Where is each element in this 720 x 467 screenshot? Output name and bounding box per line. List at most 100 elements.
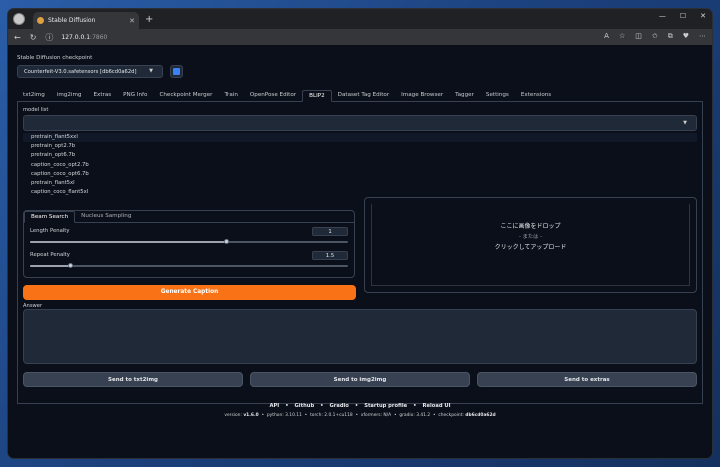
tab-nucleus-sampling[interactable]: Nucleus Sampling (75, 211, 137, 222)
drop-zone[interactable]: ここに画像をドロップ - または - クリックしてアップロード (371, 204, 690, 286)
footer-link-reload-ui[interactable]: Reload UI (422, 403, 450, 409)
browser-window: Stable Diffusion ✕ + — ☐ ✕ ← ↻ ⓘ 127.0.0… (8, 9, 712, 458)
toolbar-icons: A ☆ ◫ ✩ ⧉ ♥ ⋯ (604, 32, 706, 41)
reload-icon[interactable]: ↻ (30, 33, 37, 42)
model-option[interactable]: pretrain_opt6.7b (23, 151, 697, 160)
slider-handle[interactable] (224, 239, 230, 244)
favicon-icon (37, 17, 44, 24)
address-bar: ← ↻ ⓘ 127.0.0.1:7860 A ☆ ◫ ✩ ⧉ ♥ ⋯ (8, 29, 712, 45)
tab-extras[interactable]: Extras (87, 90, 117, 101)
browser-tab[interactable]: Stable Diffusion ✕ (33, 12, 139, 29)
image-upload-box[interactable]: ここに画像をドロップ - または - クリックしてアップロード (364, 197, 697, 293)
tab-checkpoint-merger[interactable]: Checkpoint Merger (153, 90, 218, 101)
slider-fill (30, 265, 72, 267)
title-bar: Stable Diffusion ✕ + — ☐ ✕ (8, 9, 712, 29)
url-port: :7860 (90, 33, 108, 41)
length-penalty-label: Length Penalty (30, 228, 70, 234)
checkpoint-hash: db6cd0a62d (465, 413, 496, 418)
favorite-star-icon[interactable]: ☆ (619, 32, 625, 41)
slider-fill (30, 241, 228, 243)
sampling-tabs: Beam Search Nucleus Sampling (24, 211, 354, 223)
torch-version: torch: 2.0.1+cu118 (310, 413, 353, 418)
tab-extensions[interactable]: Extensions (515, 90, 557, 101)
tab-blip2[interactable]: BLIP2 (302, 90, 332, 102)
tab-dataset-tag-editor[interactable]: Dataset Tag Editor (332, 90, 396, 101)
split-screen-icon[interactable]: ◫ (635, 32, 642, 41)
tab-png-info[interactable]: PNG Info (117, 90, 153, 101)
python-version: python: 3.10.11 (266, 413, 302, 418)
send-to-txt2img-button[interactable]: Send to txt2img (23, 372, 243, 387)
tab-settings[interactable]: Settings (480, 90, 515, 101)
collections-icon[interactable]: ⧉ (668, 32, 673, 41)
favorites-icon[interactable]: ✩ (652, 32, 658, 41)
separator: • (320, 403, 324, 409)
new-tab-button[interactable]: + (145, 14, 153, 25)
profile-avatar[interactable] (13, 13, 25, 25)
model-option[interactable]: pretrain_flant5xxl (23, 133, 697, 143)
length-penalty-input[interactable]: 1 (312, 227, 348, 236)
tab-txt2img[interactable]: txt2img (17, 90, 51, 101)
tab-tagger[interactable]: Tagger (449, 90, 480, 101)
model-list-label: model list (23, 107, 49, 113)
webui-page: Stable Diffusion checkpoint Counterfeit-… (8, 45, 712, 458)
minimize-button[interactable]: — (659, 12, 666, 20)
more-menu-icon[interactable]: ⋯ (699, 32, 706, 41)
separator: • (285, 403, 289, 409)
tab-image-browser[interactable]: Image Browser (395, 90, 449, 101)
footer-link-startup-profile[interactable]: Startup profile (364, 403, 407, 409)
checkpoint-value: Counterfeit-V3.0.safetensors [db6cd0a62d… (24, 69, 137, 75)
tab-title: Stable Diffusion (48, 17, 96, 24)
model-option[interactable]: pretrain_opt2.7b (23, 142, 697, 151)
drop-text: ここに画像をドロップ (500, 223, 561, 230)
repeat-penalty-slider[interactable] (30, 263, 348, 268)
separator: • (413, 403, 417, 409)
back-arrow-icon[interactable]: ← (14, 33, 21, 42)
vpn-icon[interactable]: ♥ (683, 32, 689, 41)
version-value: v1.6.0 (243, 413, 259, 418)
separator: • (354, 403, 359, 409)
window-controls: — ☐ ✕ (659, 12, 706, 20)
footer-link-api[interactable]: API (269, 403, 279, 409)
checkpoint-label: Stable Diffusion checkpoint (17, 55, 93, 61)
tab-close-icon[interactable]: ✕ (129, 17, 135, 25)
gradio-version: gradio: 3.41.2 (399, 413, 431, 418)
length-penalty-slider[interactable] (30, 239, 348, 244)
xformers-version: xformers: N/A (360, 413, 392, 418)
tab-beam-search[interactable]: Beam Search (24, 211, 76, 223)
drop-or-text: - または - (518, 234, 543, 240)
generate-caption-button[interactable]: Generate Caption (23, 285, 356, 300)
footer-version-info: version: v1.6.0 • python: 3.10.11 • torc… (224, 413, 496, 418)
model-list-dropdown[interactable]: ▼ (23, 115, 697, 131)
dropdown-caret-icon: ▼ (683, 120, 687, 126)
tab-openpose-editor[interactable]: OpenPose Editor (244, 90, 302, 101)
maximize-button[interactable]: ☐ (680, 12, 686, 20)
refresh-checkpoint-button[interactable] (170, 65, 183, 78)
url-field[interactable]: 127.0.0.1:7860 (61, 34, 107, 41)
url-host: 127.0.0.1 (61, 33, 91, 41)
tab-train[interactable]: Train (218, 90, 243, 101)
version-label: version: (224, 413, 242, 418)
tab-img2img[interactable]: img2img (51, 90, 88, 101)
close-window-button[interactable]: ✕ (700, 12, 706, 20)
checkpoint-label: checkpoint: (438, 413, 464, 418)
footer-links: API • Github • Gradio • Startup profile • Reload… (8, 403, 712, 409)
repeat-penalty-input[interactable]: 1.5 (312, 251, 348, 260)
send-to-extras-button[interactable]: Send to extras (477, 372, 697, 387)
sampling-options: Beam Search Nucleus Sampling Length Pena… (23, 210, 355, 278)
model-option[interactable]: pretrain_flant5xl (23, 179, 697, 188)
footer-link-github[interactable]: Github (295, 403, 315, 409)
answer-textarea[interactable] (23, 309, 697, 364)
dropdown-caret-icon: ▼ (149, 68, 153, 74)
model-option[interactable]: caption_coco_opt2.7b (23, 161, 697, 170)
read-aloud-icon[interactable]: A (604, 32, 609, 41)
footer-link-gradio[interactable]: Gradio (330, 403, 349, 409)
refresh-icon (173, 68, 180, 75)
model-options-list: pretrain_flant5xxl pretrain_opt2.7b pretra… (23, 133, 697, 195)
model-option[interactable]: caption_coco_opt6.7b (23, 170, 697, 179)
send-to-img2img-button[interactable]: Send to img2img (250, 372, 470, 387)
info-icon[interactable]: ⓘ (45, 32, 53, 43)
slider-handle[interactable] (68, 263, 74, 268)
click-upload-text: クリックしてアップロード (494, 244, 567, 251)
model-option[interactable]: caption_coco_flant5xl (23, 188, 697, 197)
checkpoint-dropdown[interactable]: Counterfeit-V3.0.safetensors [db6cd0a62d… (17, 65, 163, 78)
